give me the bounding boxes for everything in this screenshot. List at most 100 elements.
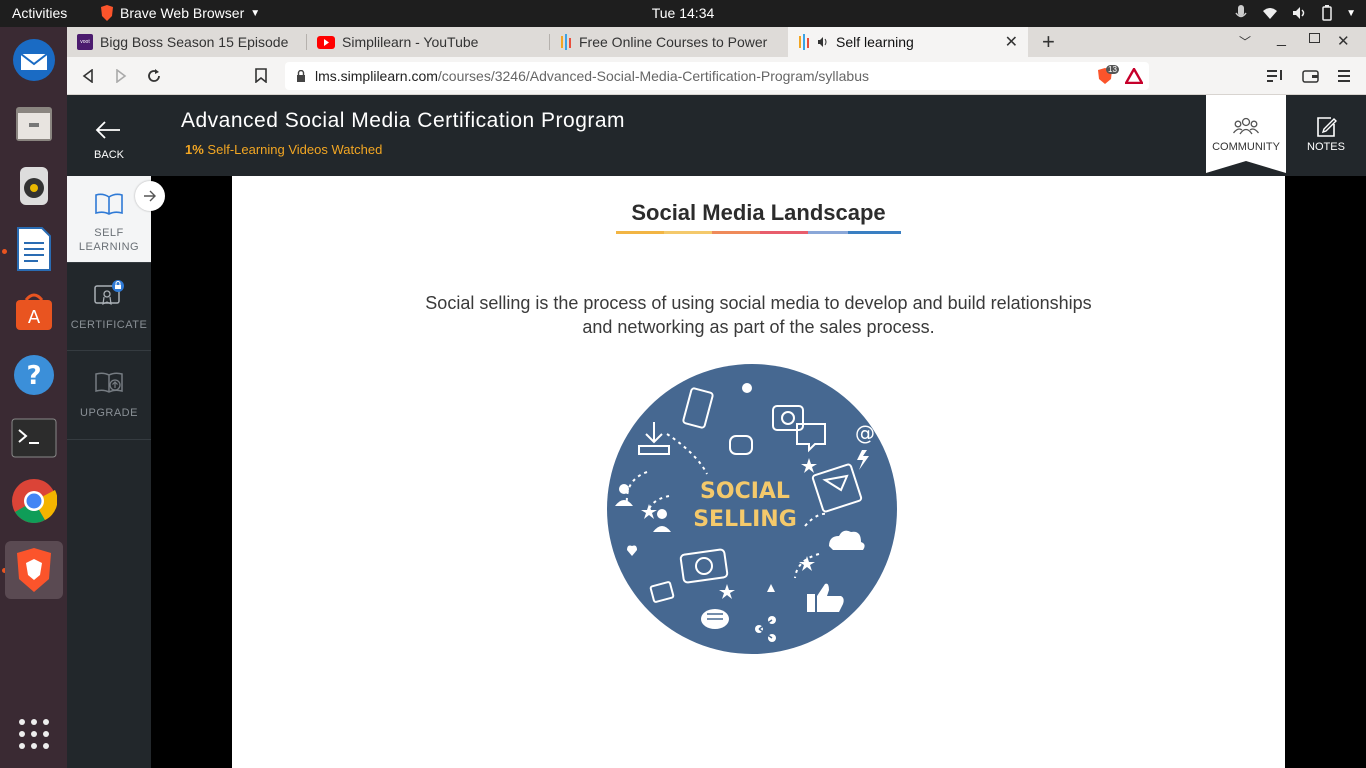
dock: A ?	[0, 27, 67, 768]
sidebar-item-label: UPGRADE	[80, 407, 138, 419]
reload-icon[interactable]	[146, 68, 162, 84]
progress-value: 1%	[185, 142, 204, 157]
title-underline	[616, 231, 901, 234]
course-header: BACK Advanced Social Media Certification…	[67, 95, 1366, 176]
back-button[interactable]: BACK	[67, 95, 151, 176]
notes-label: NOTES	[1307, 141, 1345, 153]
sidebar-item-upgrade[interactable]: UPGRADE	[67, 351, 151, 440]
tab-label: Self learning	[836, 34, 914, 50]
back-label: BACK	[94, 149, 124, 161]
sidebar-item-certificate[interactable]: CERTIFICATE	[67, 263, 151, 351]
activities-button[interactable]: Activities	[12, 5, 67, 21]
files-icon[interactable]	[5, 94, 63, 152]
brave-icon	[101, 5, 113, 21]
microphone-icon[interactable]	[1234, 4, 1248, 22]
libreoffice-writer-icon[interactable]	[5, 220, 63, 278]
brave-dock-icon[interactable]	[5, 541, 63, 599]
clock[interactable]: Tue 14:34	[652, 5, 715, 21]
tab-bigg-boss[interactable]: voot Bigg Boss Season 15 Episode	[67, 27, 307, 57]
media-playlist-icon[interactable]	[1267, 69, 1283, 83]
bookmark-icon[interactable]	[255, 68, 267, 83]
back-arrow-icon[interactable]	[82, 69, 94, 83]
maximize-button[interactable]	[1309, 33, 1320, 43]
thumbs-up-icon	[807, 594, 815, 612]
edit-icon	[1317, 117, 1337, 137]
app-name: Brave Web Browser	[120, 5, 245, 21]
close-tab-icon[interactable]: ✕	[1005, 32, 1018, 52]
wifi-icon[interactable]	[1262, 6, 1278, 20]
speaker-icon[interactable]	[817, 36, 829, 48]
terminal-icon[interactable]	[5, 409, 63, 467]
youtube-icon	[317, 35, 335, 49]
progress-text: Self-Learning Videos Watched	[207, 142, 383, 157]
tab-label: Simplilearn - YouTube	[342, 34, 479, 50]
simplilearn-icon	[561, 34, 571, 50]
tab-self-learning[interactable]: Self learning ✕	[788, 27, 1028, 57]
close-window-button[interactable]: ✕	[1337, 32, 1350, 50]
url-path: /courses/3246/Advanced-Social-Media-Cert…	[437, 68, 870, 84]
course-sidebar: SELF LEARNING CERTIFICATE UPGRADE	[67, 176, 151, 768]
slide-content: Social Media Landscape Social selling is…	[232, 176, 1285, 768]
at-sign-icon: @	[855, 421, 875, 445]
navigation-bar: lms.simplilearn.com/courses/3246/Advance…	[67, 57, 1366, 95]
software-center-icon[interactable]: A	[5, 283, 63, 341]
notes-button[interactable]: NOTES	[1286, 95, 1366, 176]
svg-text:A: A	[28, 307, 41, 328]
user-icon	[619, 484, 629, 494]
simplilearn-icon	[799, 34, 809, 50]
minimize-button[interactable]: _	[1277, 30, 1286, 48]
upgrade-icon	[95, 372, 123, 393]
new-tab-button[interactable]: +	[1042, 29, 1055, 55]
thunderbird-icon[interactable]	[5, 31, 63, 89]
tab-free-courses[interactable]: Free Online Courses to Power	[550, 27, 788, 57]
help-icon[interactable]: ?	[5, 346, 63, 404]
lock-icon	[297, 70, 305, 82]
progress-status: 1% Self-Learning Videos Watched	[185, 142, 382, 157]
voot-icon: voot	[77, 34, 93, 50]
sidebar-item-label: SELF	[94, 227, 124, 239]
rhythmbox-icon[interactable]	[5, 157, 63, 215]
volume-icon[interactable]	[1292, 6, 1308, 20]
user-icon	[657, 509, 667, 519]
arrow-left-icon	[95, 121, 120, 139]
battery-icon[interactable]	[1322, 5, 1332, 21]
tab-label: Free Online Courses to Power	[579, 34, 768, 50]
community-button[interactable]: COMMUNITY	[1206, 95, 1286, 175]
community-label: COMMUNITY	[1212, 141, 1280, 153]
social-selling-illustration: @ SOCIAL SELLING	[607, 364, 897, 654]
brave-rewards-icon[interactable]	[1125, 68, 1143, 84]
tab-label: Bigg Boss Season 15 Episode	[100, 34, 289, 50]
community-icon	[1233, 117, 1259, 135]
circle-text-line1: SOCIAL	[700, 479, 790, 504]
slide-paragraph-line: and networking as part of the sales proc…	[582, 317, 935, 337]
lightbulb-icon	[742, 383, 752, 393]
course-title: Advanced Social Media Certification Prog…	[181, 109, 626, 132]
chevron-down-icon: ▼	[250, 7, 261, 19]
tab-bar: voot Bigg Boss Season 15 Episode Simplil…	[67, 27, 1366, 57]
address-bar[interactable]: lms.simplilearn.com/courses/3246/Advance…	[285, 62, 1149, 90]
slide-paragraph: Social selling is the process of using s…	[332, 291, 1185, 339]
brave-shields-count: 13	[1106, 65, 1119, 74]
app-menu[interactable]: Brave Web Browser ▼	[100, 5, 260, 21]
book-icon	[95, 193, 123, 215]
sidebar-item-label: LEARNING	[78, 241, 140, 253]
tab-youtube[interactable]: Simplilearn - YouTube	[307, 27, 550, 57]
wallet-icon[interactable]	[1302, 69, 1319, 83]
sidebar-item-label: CERTIFICATE	[70, 319, 148, 331]
expand-sidebar-button[interactable]	[135, 181, 165, 211]
chrome-icon[interactable]	[5, 472, 63, 530]
slide-title: Social Media Landscape	[631, 200, 886, 225]
slide-paragraph-line: Social selling is the process of using s…	[425, 293, 1092, 313]
arrow-right-icon	[144, 190, 156, 202]
system-top-bar: Activities Brave Web Browser ▼ Tue 14:34…	[0, 0, 1366, 27]
certificate-lock-icon	[94, 280, 124, 306]
menu-icon[interactable]	[1338, 69, 1350, 83]
chevron-down-icon[interactable]: ▼	[1346, 8, 1356, 19]
tab-list-chevron-icon[interactable]: ﹀	[1239, 33, 1251, 50]
circle-text-line2: SELLING	[693, 507, 797, 532]
url-domain: lms.simplilearn.com	[315, 68, 438, 84]
svg-text:?: ?	[26, 361, 41, 391]
brave-shields-icon[interactable]: 13	[1097, 65, 1119, 85]
app-grid-icon[interactable]	[5, 705, 63, 763]
forward-arrow-icon[interactable]	[115, 69, 127, 83]
